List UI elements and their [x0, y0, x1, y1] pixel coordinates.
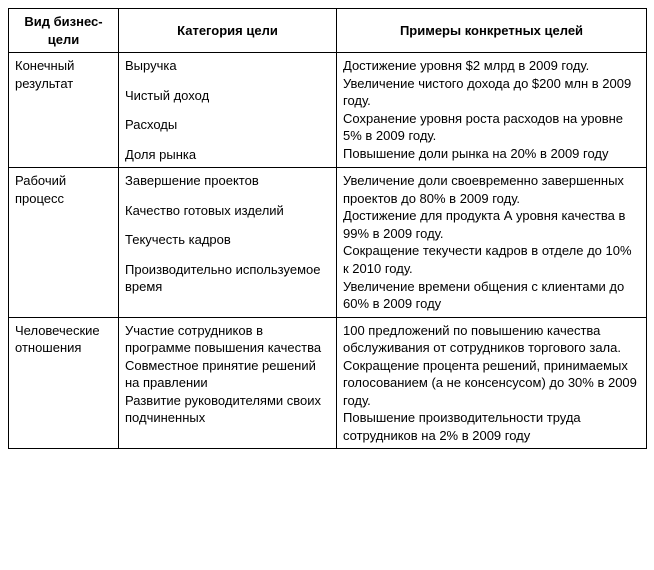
example-item: Сохранение уровня роста расходов на уров…	[343, 110, 640, 145]
category-item: Развитие руководителями своих подчиненны…	[125, 392, 330, 427]
category-item: Текучесть кадров	[125, 231, 330, 249]
cell-category: Участие сотрудников в программе повышени…	[119, 317, 337, 449]
example-item: Повышение производительности труда сотру…	[343, 409, 640, 444]
category-item: Участие сотрудников в программе повышени…	[125, 322, 330, 357]
category-item: Завершение проектов	[125, 172, 330, 190]
category-item: Расходы	[125, 116, 330, 134]
cell-kind: Конечный результат	[9, 53, 119, 168]
example-item: Увеличение чистого дохода до $200 млн в …	[343, 75, 640, 110]
cell-kind: Человеческие отношения	[9, 317, 119, 449]
cell-examples: 100 предложений по повышению качества об…	[337, 317, 647, 449]
example-item: Увеличение времени общения с клиентами д…	[343, 278, 640, 313]
table-row: Человеческие отношенияУчастие сотруднико…	[9, 317, 647, 449]
example-item: 100 предложений по повышению качества об…	[343, 322, 640, 357]
example-item: Сокращение текучести кадров в отделе до …	[343, 242, 640, 277]
example-item: Повышение доли рынка на 20% в 2009 году	[343, 145, 640, 163]
cell-category: Выручка Чистый доход Расходы Доля рынка	[119, 53, 337, 168]
goals-table: Вид бизнес-цели Категория цели Примеры к…	[8, 8, 647, 449]
table-row: Конечный результат Выручка Чистый доход Рас…	[9, 53, 647, 168]
header-examples: Примеры конкретных целей	[337, 9, 647, 53]
cell-kind: Рабочий процесс	[9, 168, 119, 317]
category-item: Чистый доход	[125, 87, 330, 105]
example-item: Достижение уровня $2 млрд в 2009 году.	[343, 57, 640, 75]
header-row: Вид бизнес-цели Категория цели Примеры к…	[9, 9, 647, 53]
cell-category: Завершение проектов Качество готовых изде…	[119, 168, 337, 317]
example-item: Достижение для продукта А уровня качеств…	[343, 207, 640, 242]
category-item: Совместное принятие решений на правлении	[125, 357, 330, 392]
cell-examples: Увеличение доли своевременно завершенных…	[337, 168, 647, 317]
category-item: Производительно используемое время	[125, 261, 330, 296]
category-item: Выручка	[125, 57, 330, 75]
header-category: Категория цели	[119, 9, 337, 53]
table-row: Рабочий процесс Завершение проектов Качест…	[9, 168, 647, 317]
cell-examples: Достижение уровня $2 млрд в 2009 году.Ув…	[337, 53, 647, 168]
header-kind: Вид бизнес-цели	[9, 9, 119, 53]
example-item: Увеличение доли своевременно завершенных…	[343, 172, 640, 207]
example-item: Сокращение процента решений, принимаемых…	[343, 357, 640, 410]
category-item: Качество готовых изделий	[125, 202, 330, 220]
category-item: Доля рынка	[125, 146, 330, 164]
